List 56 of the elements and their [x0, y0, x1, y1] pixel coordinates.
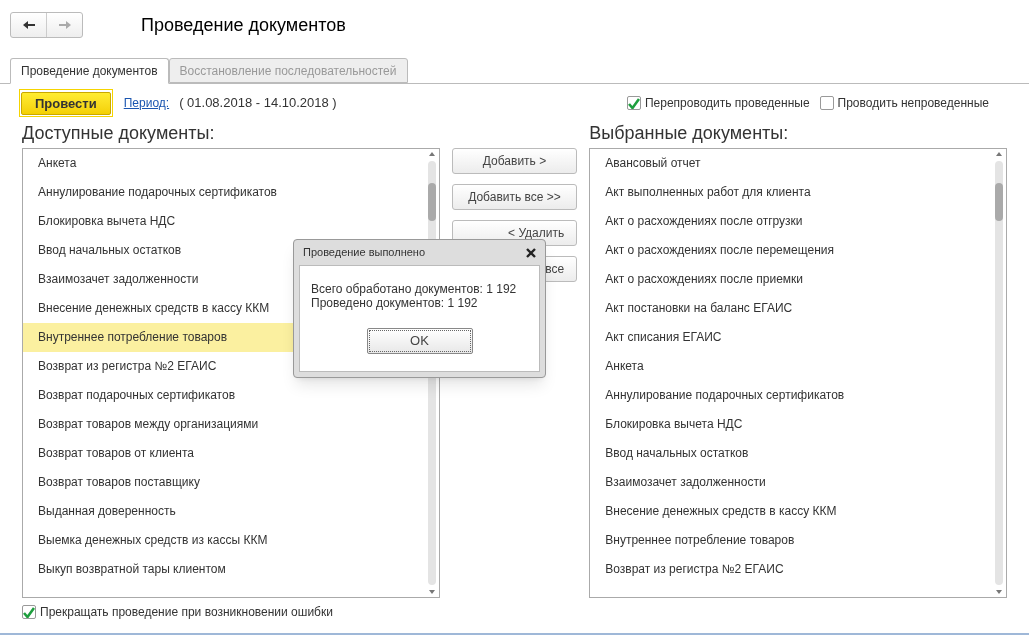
dialog-title: Проведение выполнено [303, 245, 426, 261]
list-item[interactable]: Возврат товаров между организациями [23, 410, 425, 439]
list-item[interactable]: Анкета [590, 352, 992, 381]
list-item[interactable]: Взаимозачет задолженности [590, 468, 992, 497]
checkbox-label: Проводить непроведенные [837, 95, 989, 112]
tab[interactable]: Проведение документов [10, 58, 169, 84]
scrollbar-thumb[interactable] [427, 183, 436, 221]
list-button[interactable]: Добавить > [451, 148, 578, 174]
list-button[interactable]: Добавить все >> [451, 184, 578, 210]
arrow-icon [21, 20, 36, 30]
close-button[interactable] [524, 245, 538, 260]
list-item[interactable]: Возврат товаров поставщику [23, 468, 425, 497]
list-item[interactable]: Акт выполненных работ для клиента [590, 178, 992, 207]
list-item[interactable]: Внутреннее потребление товаров [590, 526, 992, 555]
check-icon [23, 606, 35, 618]
list-item[interactable]: Выкуп возвратной тары клиентом [23, 555, 425, 584]
dialog-message: Проведено документов: 1 192 [311, 296, 479, 310]
list-item[interactable]: Акт о расхождениях после перемещения [590, 236, 992, 265]
list-item[interactable]: Акт о расхождениях после отгрузки [590, 207, 992, 236]
list-item[interactable]: Возврат подарочных сертификатов [23, 381, 425, 410]
list-item[interactable]: Внесение денежных средств в кассу ККМ [590, 497, 992, 526]
checkbox-label: Перепроводить проведенные [644, 95, 810, 112]
list-item[interactable]: Ввод начальных остатков [590, 439, 992, 468]
scrollbar-thumb[interactable] [995, 183, 1003, 221]
list-item[interactable]: Блокировка вычета НДС [23, 207, 425, 236]
list-item[interactable]: Выданная доверенность [23, 497, 425, 526]
list-heading: Выбранные документы: [589, 122, 790, 145]
scroll-up-icon [427, 151, 436, 157]
window-title: Проведение документов [141, 13, 346, 37]
list-item[interactable]: Возврат товаров от клиента [23, 439, 425, 468]
checkbox-label: Прекращать проведение при возникновении ошибки [40, 604, 333, 621]
scroll-down-icon [427, 589, 436, 595]
arrow-icon [57, 20, 72, 30]
list-item[interactable]: Акт о расхождениях после приемки [590, 265, 992, 294]
list-item[interactable]: Акт постановки на баланс ЕГАИС [590, 294, 992, 323]
list-item[interactable]: Акт списания ЕГАИС [590, 323, 992, 352]
list-item[interactable]: Выемка денежных средств из кассы ККМ [23, 526, 425, 555]
list-item[interactable]: Анкета [23, 149, 425, 178]
post-button[interactable]: Провести [21, 92, 111, 116]
period-link[interactable]: Период: [123, 94, 170, 112]
check-icon [627, 97, 640, 109]
scroll-up-icon [995, 151, 1003, 157]
list-item[interactable]: Аннулирование подарочных сертификатов [23, 178, 425, 207]
checkbox[interactable] [22, 605, 36, 619]
close-icon [525, 246, 537, 259]
list-item[interactable]: Авансовый отчет [590, 149, 992, 178]
period-value: ( 01.08.2018 - 14.10.2018 ) [179, 94, 337, 113]
dialog-message: Всего обработано документов: 1 192 [311, 282, 518, 296]
list-item[interactable]: Возврат из регистра №2 ЕГАИС [590, 555, 992, 584]
checkbox[interactable] [626, 96, 641, 110]
ok-button[interactable]: OK [366, 328, 473, 354]
scroll-down-icon [995, 589, 1003, 595]
list-heading: Доступные документы: [22, 122, 216, 145]
list-item[interactable]: Аннулирование подарочных сертификатов [590, 381, 992, 410]
checkbox[interactable] [819, 96, 834, 110]
list-item[interactable]: Блокировка вычета НДС [590, 410, 992, 439]
